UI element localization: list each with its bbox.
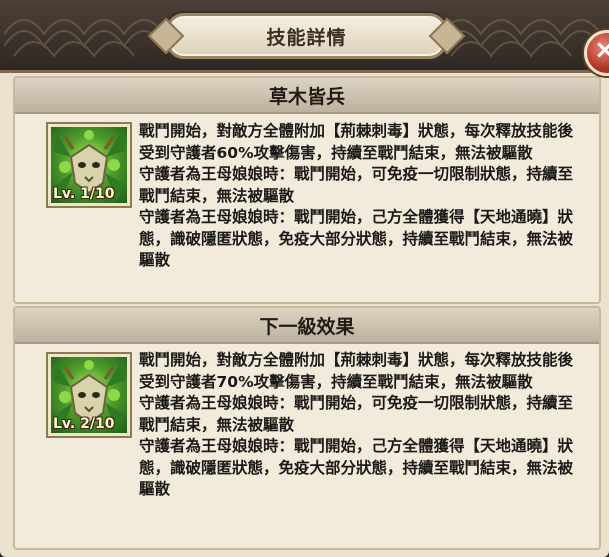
forest-mask-skill-icon: Lv. 1/10 [48, 124, 130, 206]
current-skill-description: 戰鬥開始，對敵方全體附加【荊棘刺毒】狀態，每次釋放技能後受到守護者60%攻擊傷害… [139, 121, 585, 272]
skill-detail-dialog: 技能詳情 草木皆兵 Lv. 1/10 戰鬥開始，對敵方全體附加【荊棘刺毒】狀態，… [0, 0, 609, 557]
skill-level-label: Lv. 1/10 [53, 186, 115, 202]
description-line: 守護者為王母娘娘時：戰鬥開始，己方全體獲得【天地通曉】狀態，識破隱匿狀態，免疫大… [139, 437, 574, 498]
next-level-section: 下一級效果 Lv. 2/10 戰鬥開始，對敵方全體附加【荊棘刺毒】狀態，每次釋放… [13, 306, 601, 550]
wave-pattern-left [4, 19, 164, 58]
close-icon[interactable]: × [594, 35, 609, 65]
description-line: 守護者為王母娘娘時：戰鬥開始，可免疫一切限制狀態，持續至戰鬥結束，無法被驅散 [139, 394, 574, 434]
skill-level-label: Lv. 2/10 [53, 416, 115, 432]
wave-pattern-right [441, 19, 601, 58]
title-plate: 技能詳情 [166, 13, 447, 59]
description-line: 戰鬥開始，對敵方全體附加【荊棘刺毒】狀態，每次釋放技能後受到守護者60%攻擊傷害… [139, 122, 574, 162]
next-level-header: 下一級效果 [15, 308, 599, 344]
forest-mask-skill-icon: Lv. 2/10 [48, 354, 130, 436]
next-level-description: 戰鬥開始，對敵方全體附加【荊棘刺毒】狀態，每次釋放技能後受到守護者70%攻擊傷害… [139, 350, 585, 501]
current-skill-header: 草木皆兵 [15, 78, 599, 114]
next-level-title: 下一級效果 [259, 315, 355, 338]
dialog-header: 技能詳情 [0, 0, 609, 73]
dialog-title: 技能詳情 [266, 26, 347, 49]
current-skill-title: 草木皆兵 [268, 85, 345, 108]
description-line: 守護者為王母娘娘時：戰鬥開始，可免疫一切限制狀態，持續至戰鬥結束，無法被驅散 [139, 165, 574, 205]
description-line: 守護者為王母娘娘時：戰鬥開始，己方全體獲得【天地通曉】狀態，識破隱匿狀態，免疫大… [139, 208, 574, 269]
current-skill-section: 草木皆兵 Lv. 1/10 戰鬥開始，對敵方全體附加【荊棘刺毒】狀態，每次釋放技… [13, 76, 601, 304]
description-line: 戰鬥開始，對敵方全體附加【荊棘刺毒】狀態，每次釋放技能後受到守護者70%攻擊傷害… [139, 351, 574, 391]
